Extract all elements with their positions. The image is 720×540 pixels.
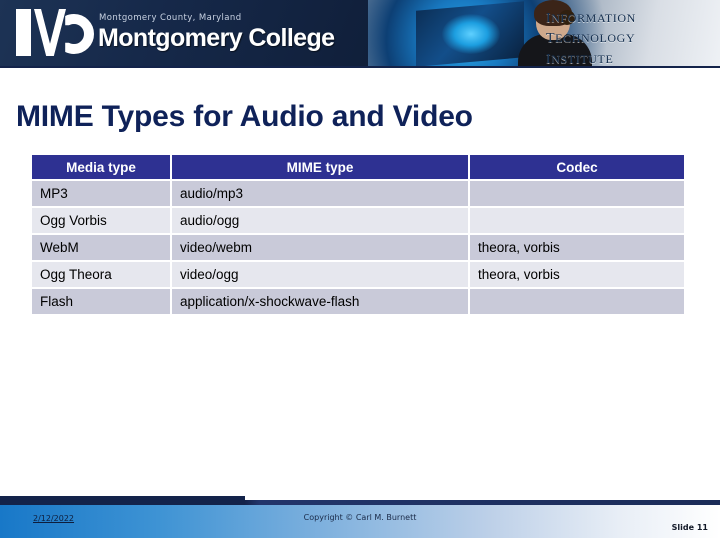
footer-slide-number: Slide 11 [671, 523, 708, 532]
cell-codec: theora, vorbis [470, 235, 684, 260]
cell-mime-type: audio/ogg [172, 208, 468, 233]
banner-bottom-strip [0, 66, 720, 68]
column-header-codec: Codec [470, 155, 684, 179]
table-row: MP3 audio/mp3 [32, 181, 684, 206]
cell-mime-type: audio/mp3 [172, 181, 468, 206]
cell-mime-type: video/ogg [172, 262, 468, 287]
logo-college-text: Montgomery College [98, 24, 335, 52]
cell-media-type: Flash [32, 289, 170, 314]
cell-media-type: MP3 [32, 181, 170, 206]
cell-media-type: Ogg Theora [32, 262, 170, 287]
table-row: Ogg Vorbis audio/ogg [32, 208, 684, 233]
logo-county-text: Montgomery County, Maryland [99, 13, 242, 23]
iti-line-3: Institute [546, 45, 614, 68]
cell-codec: theora, vorbis [470, 262, 684, 287]
cell-codec [470, 181, 684, 206]
column-header-media-type: Media type [32, 155, 170, 179]
cell-mime-type: video/webm [172, 235, 468, 260]
iti-line-1: Information [546, 5, 636, 27]
column-header-mime-type: MIME type [172, 155, 468, 179]
cell-media-type: Ogg Vorbis [32, 208, 170, 233]
cell-codec [470, 208, 684, 233]
montgomery-college-logo-icon [14, 4, 96, 60]
cell-media-type: WebM [32, 235, 170, 260]
table-row: Ogg Theora video/ogg theora, vorbis [32, 262, 684, 287]
table-header: Media type MIME type Codec [32, 155, 684, 179]
cell-mime-type: application/x-shockwave-flash [172, 289, 468, 314]
mime-types-table: Media type MIME type Codec MP3 audio/mp3… [30, 153, 686, 316]
iti-line-2: Technology [546, 25, 636, 48]
information-technology-institute-logo: Information Technology Institute [546, 6, 716, 67]
table-row: Flash application/x-shockwave-flash [32, 289, 684, 314]
table-header-row: Media type MIME type Codec [32, 155, 684, 179]
table-body: MP3 audio/mp3 Ogg Vorbis audio/ogg WebM … [32, 181, 684, 314]
footer-copyright: Copyright © Carl M. Burnett [303, 513, 417, 522]
logo-letter-v [34, 9, 66, 56]
screen-glow-shape [442, 14, 500, 54]
cell-codec [470, 289, 684, 314]
table-row: WebM video/webm theora, vorbis [32, 235, 684, 260]
logo-letter-i [16, 9, 31, 56]
header-banner: Montgomery County, Maryland Montgomery C… [0, 0, 720, 68]
page-title: MIME Types for Audio and Video [16, 100, 473, 133]
